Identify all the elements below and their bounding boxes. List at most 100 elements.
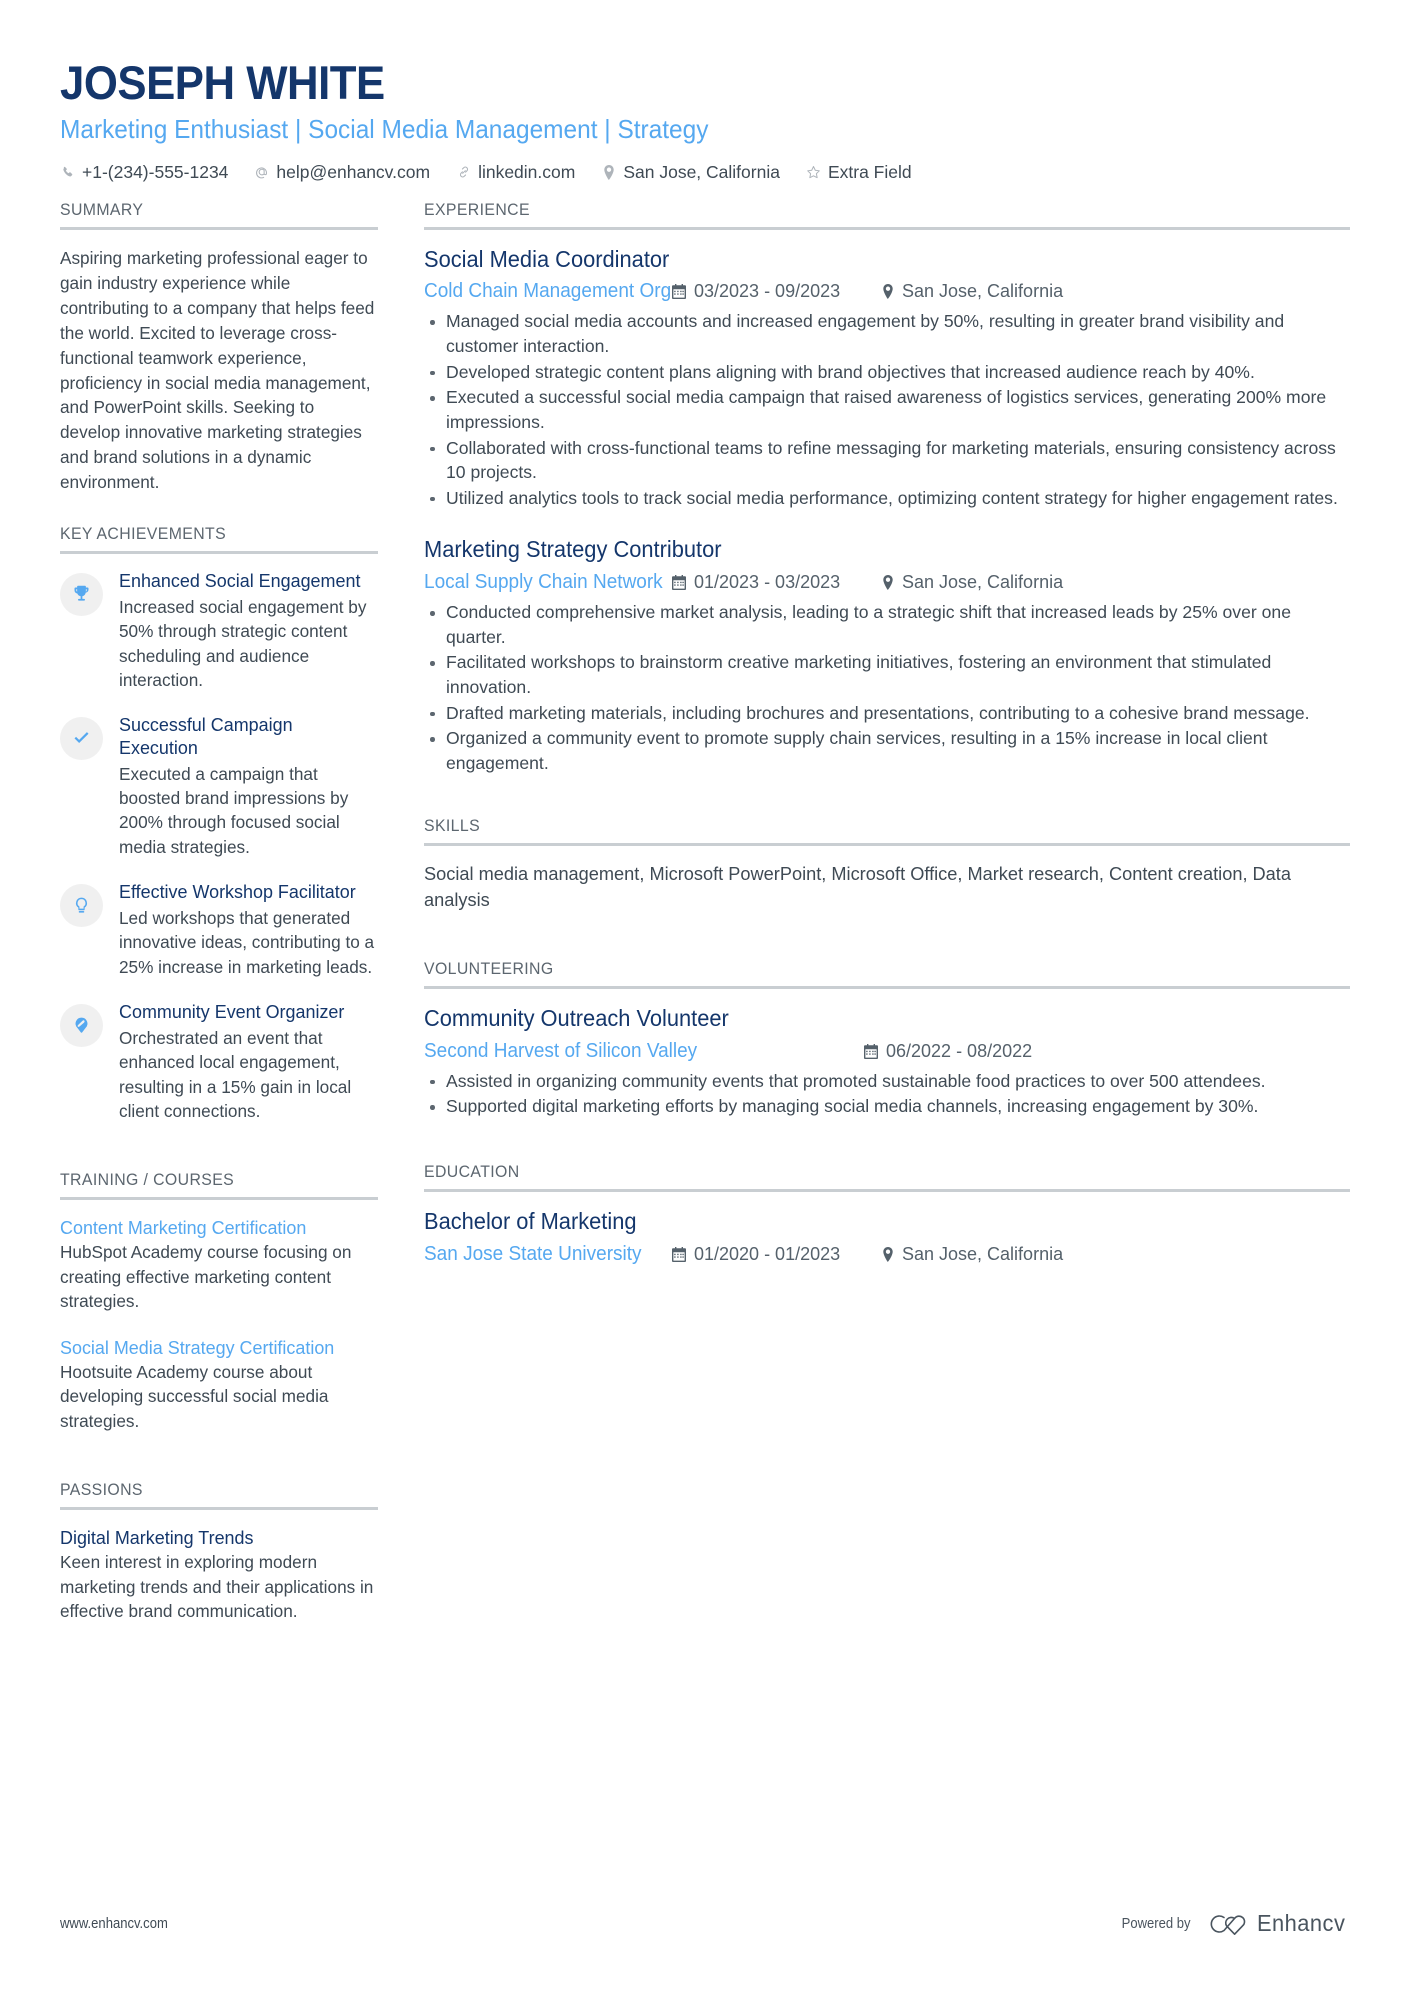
education-dates-text: 01/2020 - 01/2023 — [694, 1243, 841, 1264]
page-footer: www.enhancv.com Powered by Enhancv — [60, 1910, 1350, 1937]
job-location-text: San Jose, California — [902, 281, 1064, 302]
right-column: EXPERIENCE Social Media Coordinator Cold… — [424, 201, 1350, 1292]
volunteer-meta: Second Harvest of Silicon Valley 06/2022… — [424, 1040, 1350, 1063]
job-role: Marketing Strategy Contributor — [424, 536, 722, 563]
section-key-achievements: KEY ACHIEVEMENTS Enhanced Social Engagem… — [60, 525, 378, 1123]
achievement-body: Community Event Organizer Orchestrated a… — [119, 1001, 378, 1123]
candidate-name: JOSEPH WHITE — [60, 56, 385, 109]
job-dates-text: 03/2023 - 09/2023 — [694, 281, 841, 302]
section-skills: SKILLS Social media management, Microsof… — [424, 817, 1350, 914]
job-company: Local Supply Chain Network — [424, 571, 663, 594]
bullet: Conducted comprehensive market analysis,… — [424, 600, 1350, 649]
achievement-desc: Executed a campaign that boosted brand i… — [119, 763, 349, 857]
achievement-item: Enhanced Social Engagement Increased soc… — [60, 570, 378, 692]
education-dates: 01/2020 - 01/2023 — [672, 1244, 882, 1265]
footer-url[interactable]: www.enhancv.com — [60, 1916, 168, 1932]
volunteer-role: Community Outreach Volunteer — [424, 1005, 729, 1032]
resume-header: JOSEPH WHITE Marketing Enthusiast | Soci… — [60, 58, 1350, 183]
bullet: Utilized analytics tools to track social… — [424, 486, 1350, 511]
experience-divider — [424, 226, 1350, 230]
left-column: SUMMARY Aspiring marketing professional … — [60, 201, 378, 1646]
achievement-title: Effective Workshop Facilitator — [119, 881, 356, 903]
job-dates: 03/2023 - 09/2023 — [672, 281, 882, 302]
contact-phone[interactable]: +1-(234)-555-1234 — [60, 162, 228, 183]
job-location: San Jose, California — [882, 572, 1063, 593]
contact-link[interactable]: linkedin.com — [456, 162, 575, 183]
job-location-text: San Jose, California — [902, 572, 1064, 593]
education-location-text: San Jose, California — [902, 1243, 1064, 1264]
education-divider — [424, 1188, 1350, 1192]
megaphone-icon — [60, 1004, 103, 1048]
link-icon — [456, 164, 471, 180]
bullet: Collaborated with cross-functional teams… — [424, 436, 1350, 485]
calendar-icon — [672, 575, 686, 591]
job-dates: 01/2023 - 03/2023 — [672, 572, 882, 593]
location-pin-icon — [882, 284, 894, 300]
experience-item: Social Media Coordinator Cold Chain Mana… — [424, 246, 1350, 511]
education-location: San Jose, California — [882, 1244, 1063, 1265]
contact-location: San Jose, California — [601, 162, 780, 183]
achievement-desc: Led workshops that generated innovative … — [119, 907, 375, 977]
volunteering-heading: VOLUNTEERING — [424, 960, 554, 979]
bullet: Organized a community event to promote s… — [424, 726, 1350, 775]
passions-heading: PASSIONS — [60, 1481, 143, 1500]
volunteer-bullets: Assisted in organizing community events … — [424, 1069, 1350, 1119]
contact-link-text: linkedin.com — [478, 161, 576, 182]
contact-extra-field: Extra Field — [806, 162, 912, 183]
powered-by-label: Powered by — [1122, 1915, 1191, 1932]
section-passions: PASSIONS Digital Marketing Trends Keen i… — [60, 1481, 378, 1623]
trophy-icon — [60, 573, 103, 617]
passion-desc: Keen interest in exploring modern market… — [60, 1552, 374, 1622]
calendar-icon — [672, 1246, 686, 1262]
footer-branding: Powered by Enhancv — [1114, 1910, 1350, 1937]
calendar-icon — [864, 1043, 878, 1059]
training-title: Social Media Strategy Certification — [60, 1336, 335, 1358]
experience-item: Marketing Strategy Contributor Local Sup… — [424, 536, 1350, 775]
bullet: Drafted marketing materials, including b… — [424, 701, 1350, 726]
candidate-headline: Marketing Enthusiast | Social Media Mana… — [60, 114, 709, 145]
bullet: Developed strategic content plans aligni… — [424, 360, 1350, 385]
section-experience: EXPERIENCE Social Media Coordinator Cold… — [424, 201, 1350, 776]
location-pin-icon — [882, 1246, 894, 1262]
enhancv-wordmark: Enhancv — [1256, 1910, 1346, 1936]
section-education: EDUCATION Bachelor of Marketing San Jose… — [424, 1163, 1350, 1266]
location-pin-icon — [601, 164, 616, 180]
training-desc: Hootsuite Academy course about developin… — [60, 1361, 329, 1431]
training-item: Content Marketing Certification HubSpot … — [60, 1216, 378, 1313]
bullet: Executed a successful social media campa… — [424, 385, 1350, 434]
training-divider — [60, 1197, 378, 1201]
achievement-title: Successful Campaign Execution — [119, 714, 293, 759]
bullet: Supported digital marketing efforts by m… — [424, 1094, 1350, 1119]
bullet: Managed social media accounts and increa… — [424, 309, 1350, 358]
location-pin-icon — [882, 575, 894, 590]
contact-phone-text: +1-(234)-555-1234 — [82, 161, 229, 182]
achievement-title: Enhanced Social Engagement — [119, 570, 361, 592]
education-degree: Bachelor of Marketing — [424, 1207, 637, 1234]
job-bullets: Managed social media accounts and increa… — [424, 309, 1350, 510]
education-meta: San Jose State University 01/2020 - 01/2… — [424, 1243, 1350, 1266]
achievement-body: Enhanced Social Engagement Increased soc… — [119, 570, 378, 692]
training-heading: TRAINING / COURSES — [60, 1171, 235, 1190]
job-dates-text: 01/2023 - 03/2023 — [694, 572, 841, 593]
job-bullets: Conducted comprehensive market analysis,… — [424, 600, 1350, 775]
skills-heading: SKILLS — [424, 817, 481, 836]
bullet: Assisted in organizing community events … — [424, 1069, 1350, 1094]
training-title: Content Marketing Certification — [60, 1217, 307, 1239]
section-training-courses: TRAINING / COURSES Content Marketing Cer… — [60, 1171, 378, 1433]
volunteer-dates: 06/2022 - 08/2022 — [864, 1041, 1032, 1062]
job-role: Social Media Coordinator — [424, 245, 670, 272]
achievement-item: Effective Workshop Facilitator Led works… — [60, 881, 378, 979]
skills-divider — [424, 843, 1350, 847]
achievement-body: Effective Workshop Facilitator Led works… — [119, 881, 378, 979]
check-icon — [60, 717, 103, 761]
contact-email[interactable]: help@enhancv.com — [254, 162, 430, 183]
section-summary: SUMMARY Aspiring marketing professional … — [60, 201, 378, 495]
achievement-item: Successful Campaign Execution Executed a… — [60, 714, 378, 859]
job-company: Cold Chain Management Org — [424, 280, 672, 303]
training-desc: HubSpot Academy course focusing on creat… — [60, 1242, 352, 1312]
contact-extra-field-text: Extra Field — [827, 161, 912, 182]
